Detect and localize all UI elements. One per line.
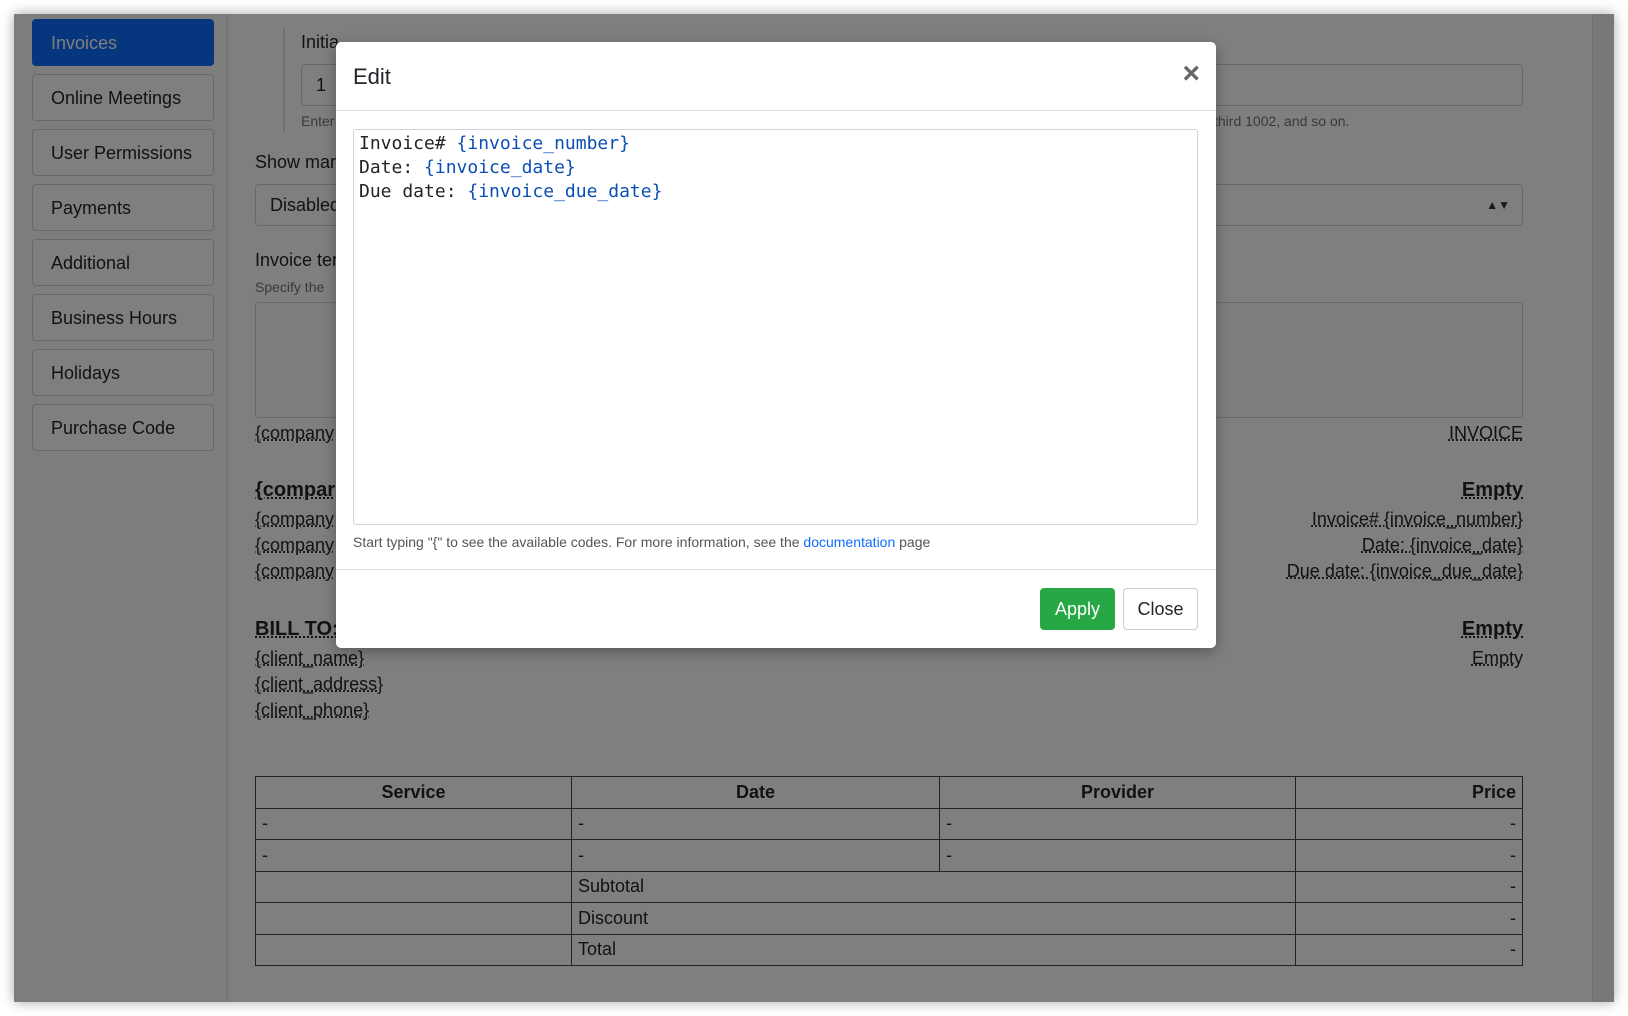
apply-button[interactable]: Apply <box>1040 588 1115 630</box>
editor-line-text: Due date: <box>359 181 468 202</box>
template-code-editor[interactable]: Invoice# {invoice_number} Date: {invoice… <box>353 129 1198 525</box>
documentation-link[interactable]: documentation <box>803 534 895 550</box>
modal-header: Edit × <box>336 42 1216 111</box>
modal-title: Edit <box>353 64 391 89</box>
edit-modal: Edit × Invoice# {invoice_number} Date: {… <box>336 42 1216 648</box>
editor-code-token: {invoice_number} <box>456 133 630 154</box>
editor-line-text: Date: <box>359 157 425 178</box>
editor-line: Invoice# {invoice_number} <box>359 132 1192 156</box>
editor-code-token: {invoice_due_date} <box>467 181 663 202</box>
modal-footer: Apply Close <box>336 569 1216 648</box>
close-icon[interactable]: × <box>1182 59 1200 89</box>
editor-line: Due date: {invoice_due_date} <box>359 180 1192 204</box>
editor-line-text: Invoice# <box>359 133 457 154</box>
editor-help-text: Start typing "{" to see the available co… <box>353 534 930 550</box>
editor-code-token: {invoice_date} <box>424 157 576 178</box>
help-text-end: page <box>895 534 931 550</box>
help-text-start: Start typing "{" to see the available co… <box>353 534 804 550</box>
app-window: Invoices Online Meetings User Permission… <box>14 14 1614 1002</box>
editor-line: Date: {invoice_date} <box>359 156 1192 180</box>
close-button[interactable]: Close <box>1123 588 1198 630</box>
